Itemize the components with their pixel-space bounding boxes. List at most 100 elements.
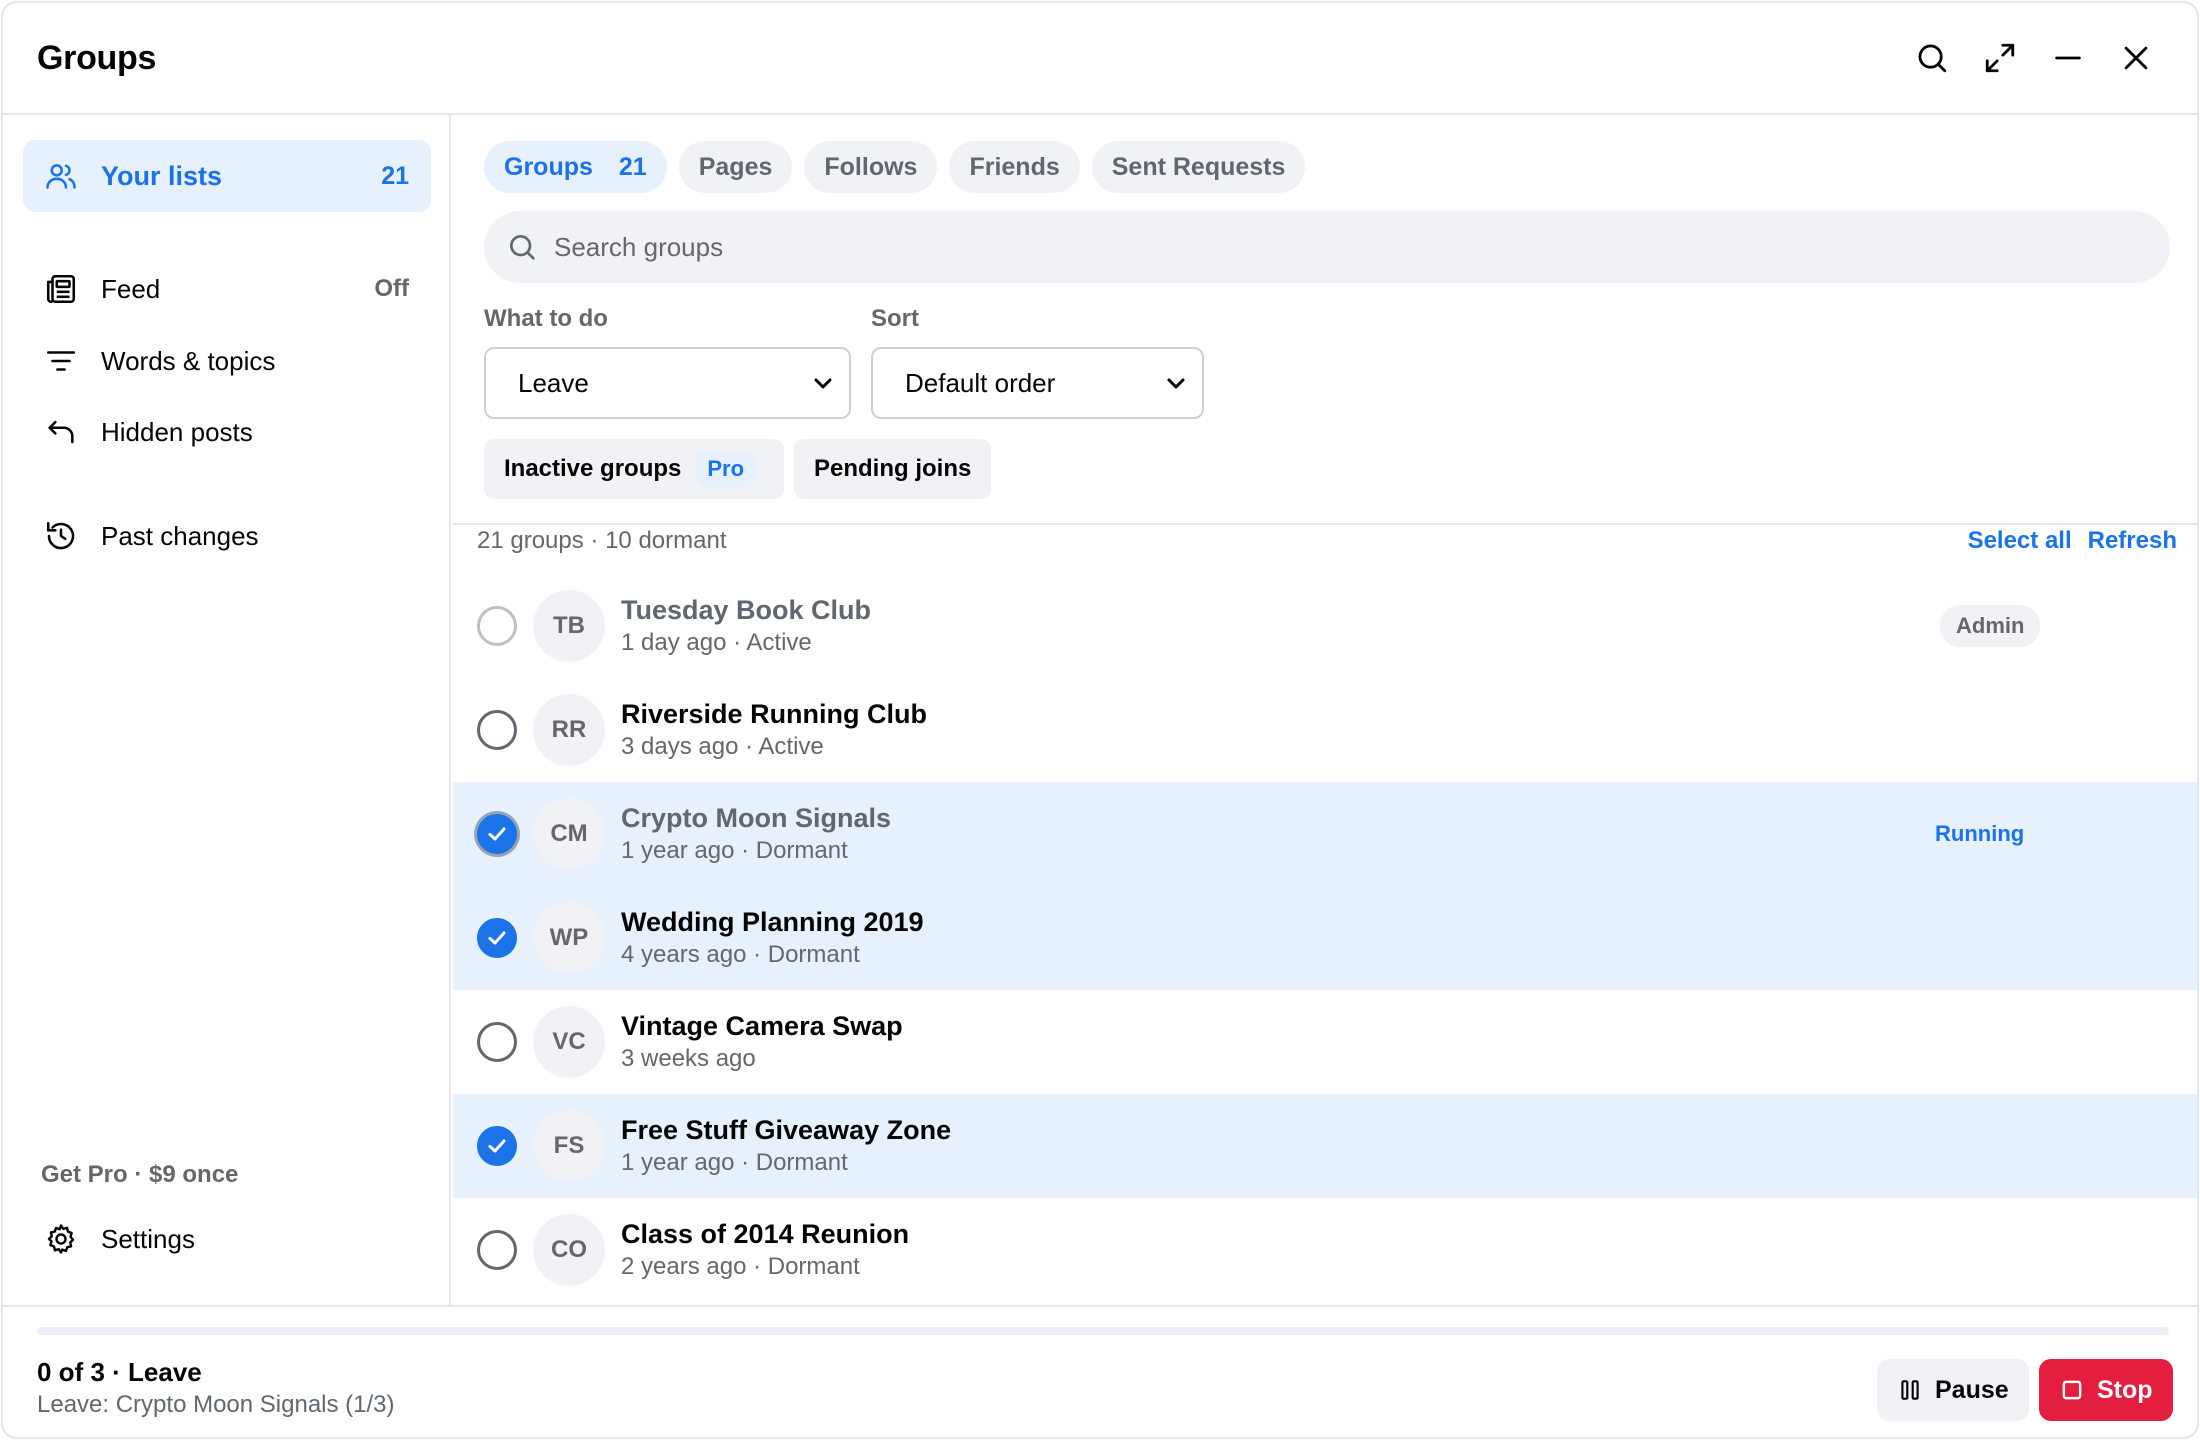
group-meta: 2 years ago · Dormant [621,1253,860,1280]
avatar: VC [533,1006,605,1078]
pause-icon [1901,1380,1919,1400]
filter-label: Inactive groups [504,455,682,482]
list-item[interactable]: CM Crypto Moon Signals 1 year ago · Dorm… [453,782,2197,886]
lists-count: 21 [381,161,409,190]
sidebar-item-words-topics[interactable]: Words & topics [23,329,431,393]
sort-select[interactable]: Default order [871,347,1204,419]
tab-sent-requests[interactable]: Sent Requests [1091,141,1306,193]
group-meta: 3 weeks ago [621,1045,756,1072]
list-item[interactable]: VC Vintage Camera Swap 3 weeks ago [453,990,2197,1094]
row-checkbox[interactable] [477,1022,517,1062]
sidebar-item-label: Feed [101,273,161,304]
checkmark-icon [488,1139,506,1153]
groups-window: Groups Your lists 21 Feed Off Words & to… [1,1,2199,1439]
group-name: Free Stuff Giveaway Zone [621,1115,952,1145]
row-checkbox[interactable] [477,606,517,646]
group-name: Class of 2014 Reunion [621,1219,910,1249]
sidebar-item-hidden-posts[interactable]: Hidden posts [23,400,431,464]
list-item[interactable]: RR Riverside Running Club 3 days ago · A… [453,678,2197,782]
sidebar-item-settings[interactable]: Settings [23,1207,431,1271]
sort-value: Default order [905,367,1056,398]
search-icon [509,235,535,260]
checkmark-icon [488,931,506,945]
close-icon[interactable] [2119,41,2153,75]
admin-badge: Admin [1940,605,2041,647]
expand-icon[interactable] [1983,41,2017,75]
row-checkbox[interactable] [477,918,517,958]
group-name: Tuesday Book Club [621,595,872,625]
row-checkbox[interactable] [477,1230,517,1270]
list-item[interactable]: WP Wedding Planning 2019 4 years ago · D… [453,886,2197,990]
group-name: Vintage Camera Swap [621,1011,903,1041]
progress-detail: Leave: Crypto Moon Signals (1/3) [37,1391,395,1418]
pause-button[interactable]: Pause [1877,1359,2029,1421]
list-item[interactable]: FS Free Stuff Giveaway Zone 1 year ago ·… [453,1094,2197,1198]
sidebar-item-label: Hidden posts [101,416,253,447]
checkmark-icon [488,827,506,841]
stop-label: Stop [2097,1375,2153,1404]
avatar: WP [533,902,605,974]
tab-follows[interactable]: Follows [804,141,938,193]
divider [453,523,2197,525]
tab-friends[interactable]: Friends [949,141,1080,193]
sidebar-item-feed[interactable]: Feed Off [23,257,431,321]
get-pro-link[interactable]: Get Pro · $9 once [41,1161,238,1189]
row-text: Wedding Planning 2019 4 years ago · Dorm… [621,905,924,971]
sidebar-item-past-changes[interactable]: Past changes [23,504,431,568]
tab-pages[interactable]: Pages [678,141,793,193]
search-input[interactable] [554,231,2148,263]
search-bar [484,211,2170,283]
filter-icon [43,343,79,379]
history-icon [43,518,79,554]
row-checkbox[interactable] [477,710,517,750]
select-all-link[interactable]: Select all [1968,527,2072,555]
running-status: Running [1935,821,2025,846]
tab-groups[interactable]: Groups 21 [484,141,667,193]
row-text: Vintage Camera Swap 3 weeks ago [621,1009,903,1075]
group-meta: 3 days ago · Active [621,733,824,760]
row-text: Free Stuff Giveaway Zone 1 year ago · Do… [621,1113,951,1179]
what-to-do-label: What to do [484,305,608,332]
sidebar-item-your-lists[interactable]: Your lists 21 [23,140,431,212]
progress-bar [37,1327,2169,1335]
refresh-link[interactable]: Refresh [2088,527,2177,555]
pause-label: Pause [1935,1375,2009,1404]
row-checkbox[interactable] [477,814,517,854]
group-name: Crypto Moon Signals [621,803,891,833]
list-summary: 21 groups · 10 dormant [477,527,727,554]
tab-label: Groups [504,152,593,181]
window-header: Groups [3,3,2197,115]
pro-badge: Pro [695,450,757,488]
group-name: Riverside Running Club [621,699,928,729]
list-item[interactable]: TB Tuesday Book Club 1 day ago · Active … [453,574,2197,678]
sidebar-item-label: Your lists [101,160,223,191]
tab-bar: Groups 21 Pages Follows Friends Sent Req… [484,141,1306,193]
window-controls [1915,41,2153,75]
stop-button[interactable]: Stop [2039,1359,2173,1421]
row-text: Tuesday Book Club 1 day ago · Active [621,593,871,659]
stop-icon [2062,1380,2082,1400]
avatar: FS [533,1110,605,1182]
gear-icon [43,1221,79,1257]
sidebar-item-label: Settings [101,1223,195,1254]
footer-bar: 0 of 3 · Leave Leave: Crypto Moon Signal… [3,1305,2197,1437]
list-actions: Select all Refresh [1968,527,2177,555]
avatar: TB [533,590,605,662]
inactive-groups-filter[interactable]: Inactive groups Pro [484,439,784,499]
group-name: Wedding Planning 2019 [621,907,924,937]
row-text: Crypto Moon Signals 1 year ago · Dormant [621,801,891,867]
sort-label: Sort [871,305,919,332]
group-meta: 1 year ago · Dormant [621,1149,848,1176]
avatar: CM [533,798,605,870]
chevron-down-icon [1167,378,1185,389]
what-to-do-value: Leave [518,367,589,398]
what-to-do-select[interactable]: Leave [484,347,851,419]
pending-joins-filter[interactable]: Pending joins [794,439,992,499]
newspaper-icon [43,271,79,307]
search-icon[interactable] [1915,41,1949,75]
sidebar-item-label: Past changes [101,520,259,551]
minimize-icon[interactable] [2051,41,2085,75]
avatar: RR [533,694,605,766]
row-checkbox[interactable] [477,1126,517,1166]
list-item[interactable]: CO Class of 2014 Reunion 2 years ago · D… [453,1198,2197,1302]
